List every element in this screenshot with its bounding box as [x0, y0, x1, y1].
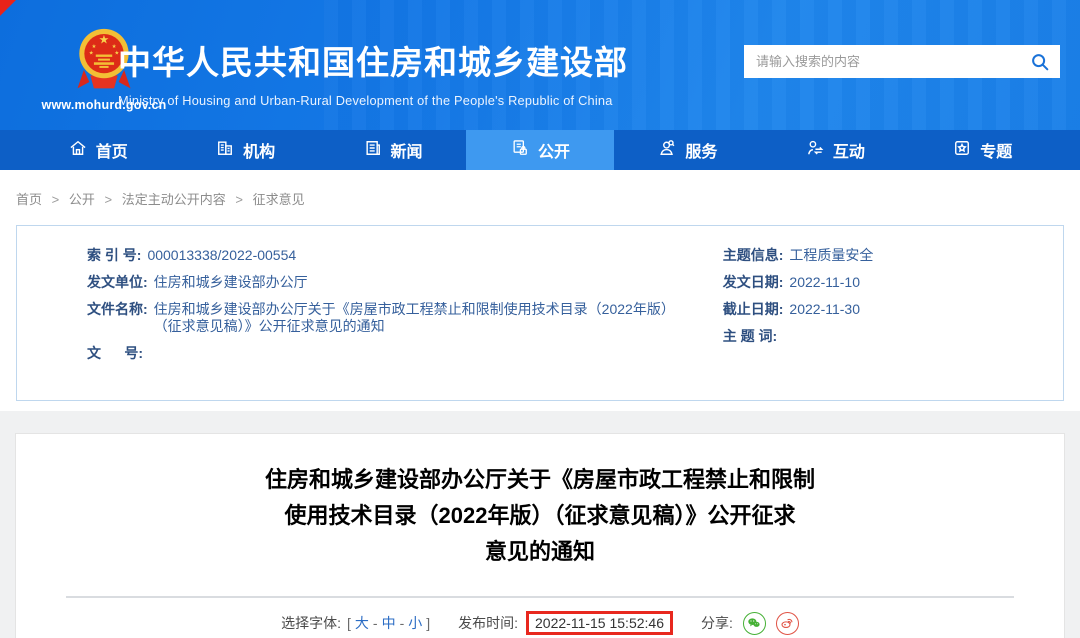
search-input[interactable] [756, 54, 1028, 69]
nav-label: 新闻 [391, 138, 423, 162]
nav-label: 首页 [96, 138, 128, 162]
info-row-issue-date: 发文日期: 2022-11-10 [723, 274, 1039, 291]
field-value: 工程质量安全 [789, 247, 873, 264]
field-value: 000013338/2022-00554 [147, 247, 296, 264]
field-label: 索 引 号: [87, 247, 141, 264]
field-label: 主 题 词: [723, 328, 777, 345]
nav-item-news[interactable]: 新闻 [319, 130, 466, 170]
breadcrumb-disclosure[interactable]: 公开 [69, 192, 95, 207]
breadcrumb-home[interactable]: 首页 [16, 192, 42, 207]
article-title: 住房和城乡建设部办公厅关于《房屋市政工程禁止和限制 使用技术目录（2022年版）… [16, 462, 1064, 570]
organization-icon [215, 138, 235, 163]
info-row-subject-info: 主题信息: 工程质量安全 [723, 247, 1039, 264]
dash: - [400, 615, 405, 631]
font-size-small[interactable]: 小 [408, 613, 422, 633]
field-label: 文 号: [87, 345, 143, 362]
site-search [744, 45, 1060, 78]
nav-item-interaction[interactable]: 互动 [761, 130, 908, 170]
bracket: ] [426, 615, 430, 631]
nav-item-home[interactable]: 首页 [24, 130, 171, 170]
field-label: 发文日期: [723, 274, 784, 291]
article-toolbar: 选择字体: [ 大 - 中 - 小 ] 发布时间: 2022-11-15 15:… [16, 611, 1064, 635]
disclosure-icon [510, 138, 530, 163]
nav-item-service[interactable]: 服务 [614, 130, 761, 170]
field-label: 截止日期: [723, 301, 784, 318]
nav-label: 服务 [685, 138, 717, 162]
field-value: 2022-11-30 [789, 301, 860, 318]
svg-text:★: ★ [91, 44, 96, 50]
breadcrumb-current: 征求意见 [253, 192, 305, 207]
corner-fold-decoration [0, 0, 16, 16]
info-row-document-name: 文件名称: 住房和城乡建设部办公厅关于《房屋市政工程禁止和限制使用技术目录（20… [87, 301, 687, 335]
svg-text:★: ★ [99, 33, 110, 47]
site-title-en: Ministry of Housing and Urban-Rural Deve… [118, 93, 628, 108]
home-icon [68, 138, 88, 163]
info-column-right: 主题信息: 工程质量安全 发文日期: 2022-11-10 截止日期: 2022… [687, 247, 1039, 400]
publish-time-highlight: 2022-11-15 15:52:46 [526, 611, 673, 635]
nav-label: 专题 [980, 138, 1012, 162]
nav-label: 机构 [243, 138, 275, 162]
breadcrumb-separator: > [105, 192, 113, 207]
nav-item-disclosure[interactable]: 公开 [466, 130, 613, 170]
info-column-left: 索 引 号: 000013338/2022-00554 发文单位: 住房和城乡建… [87, 247, 687, 400]
site-title-cn: 中华人民共和国住房和城乡建设部 [118, 36, 628, 84]
article-title-line: 住房和城乡建设部办公厅关于《房屋市政工程禁止和限制 [16, 462, 1064, 498]
field-label: 发文单位: [87, 274, 148, 291]
document-info-box: 索 引 号: 000013338/2022-00554 发文单位: 住房和城乡建… [16, 225, 1064, 401]
info-row-keywords: 主 题 词: [723, 328, 1039, 345]
breadcrumb: 首页 > 公开 > 法定主动公开内容 > 征求意见 [0, 170, 1080, 208]
field-value: 住房和城乡建设部办公厅关于《房屋市政工程禁止和限制使用技术目录（2022年版） … [154, 301, 687, 335]
svg-text:★: ★ [112, 44, 117, 50]
nav-label: 公开 [538, 138, 570, 162]
nav-item-topic[interactable]: 专题 [909, 130, 1056, 170]
main-nav: 首页 机构 新闻 公开 [0, 130, 1080, 170]
font-size-large[interactable]: 大 [355, 613, 369, 633]
font-size-group: [ 大 - 中 - 小 ] [347, 613, 430, 633]
nav-label: 互动 [833, 138, 865, 162]
site-title-block: 中华人民共和国住房和城乡建设部 Ministry of Housing and … [118, 36, 628, 108]
breadcrumb-separator: > [235, 192, 243, 207]
wechat-share-icon[interactable] [743, 612, 766, 635]
topic-icon [952, 138, 972, 163]
bracket: [ [347, 615, 351, 631]
font-select-label: 选择字体: [281, 613, 341, 633]
info-row-index-number: 索 引 号: 000013338/2022-00554 [87, 247, 687, 264]
interaction-icon [805, 138, 825, 163]
publish-time-label: 发布时间: [458, 613, 518, 633]
article-title-line: 意见的通知 [16, 534, 1064, 570]
field-value: 住房和城乡建设部办公厅 [154, 274, 308, 291]
article-title-line: 使用技术目录（2022年版）（征求意见稿）》公开征求 [16, 498, 1064, 534]
breadcrumb-statutory-content[interactable]: 法定主动公开内容 [122, 192, 226, 207]
news-icon [363, 138, 383, 163]
field-label: 文件名称: [87, 301, 148, 335]
site-header: ★ ★ ★ ★ ★ www.mohurd.gov.cn 中华人民共和国住房和城乡… [0, 0, 1080, 130]
dash: - [373, 615, 378, 631]
article-section: 住房和城乡建设部办公厅关于《房屋市政工程禁止和限制 使用技术目录（2022年版）… [0, 411, 1080, 638]
field-value: 2022-11-10 [789, 274, 860, 291]
service-icon [657, 138, 677, 163]
info-row-issuing-unit: 发文单位: 住房和城乡建设部办公厅 [87, 274, 687, 291]
breadcrumb-separator: > [52, 192, 60, 207]
article-box: 住房和城乡建设部办公厅关于《房屋市政工程禁止和限制 使用技术目录（2022年版）… [15, 433, 1065, 638]
info-row-deadline: 截止日期: 2022-11-30 [723, 301, 1039, 318]
info-row-document-number: 文 号: [87, 345, 687, 362]
field-label: 主题信息: [723, 247, 784, 264]
title-divider [66, 596, 1014, 598]
font-size-medium[interactable]: 中 [382, 613, 396, 633]
search-icon[interactable] [1028, 50, 1052, 74]
nav-item-organization[interactable]: 机构 [171, 130, 318, 170]
share-label: 分享: [701, 613, 733, 633]
weibo-share-icon[interactable] [776, 612, 799, 635]
svg-text:★: ★ [89, 51, 94, 57]
